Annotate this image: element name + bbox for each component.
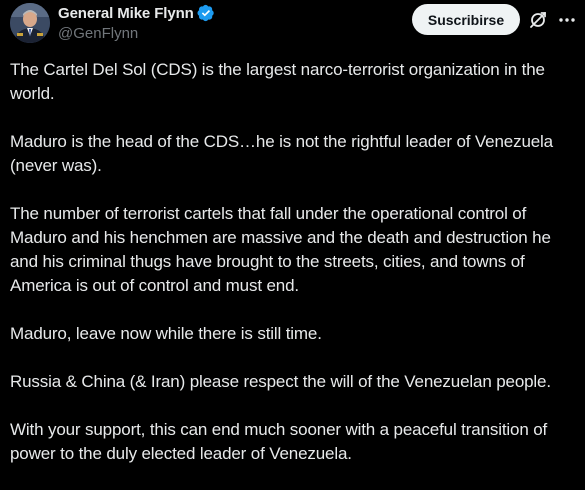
- subscribe-button[interactable]: Suscribirse: [412, 4, 520, 35]
- post-header: General Mike Flynn @GenFlynn Suscribirse: [10, 3, 575, 47]
- post-paragraph: The Cartel Del Sol (CDS) is the largest …: [10, 60, 545, 103]
- post-paragraph: Russia & China (& Iran) please respect t…: [10, 372, 551, 391]
- author-identity: General Mike Flynn @GenFlynn: [58, 3, 215, 42]
- avatar[interactable]: [10, 3, 50, 43]
- post-paragraph: Maduro is the head of the CDS…he is not …: [10, 132, 553, 175]
- post-text: The Cartel Del Sol (CDS) is the largest …: [10, 58, 576, 490]
- post: General Mike Flynn @GenFlynn Suscribirse: [0, 0, 585, 470]
- post-paragraph: With your support, this can end much soo…: [10, 420, 548, 463]
- profile-photo-icon: [10, 3, 50, 43]
- grok-icon[interactable]: [528, 10, 548, 30]
- name-row: General Mike Flynn: [58, 3, 215, 23]
- author-handle[interactable]: @GenFlynn: [58, 25, 215, 42]
- more-icon[interactable]: [557, 10, 577, 30]
- post-paragraph: Maduro, leave now while there is still t…: [10, 324, 322, 343]
- verified-badge-icon[interactable]: [197, 4, 215, 22]
- post-paragraph: The number of terrorist cartels that fal…: [10, 204, 551, 295]
- display-name[interactable]: General Mike Flynn: [58, 5, 194, 22]
